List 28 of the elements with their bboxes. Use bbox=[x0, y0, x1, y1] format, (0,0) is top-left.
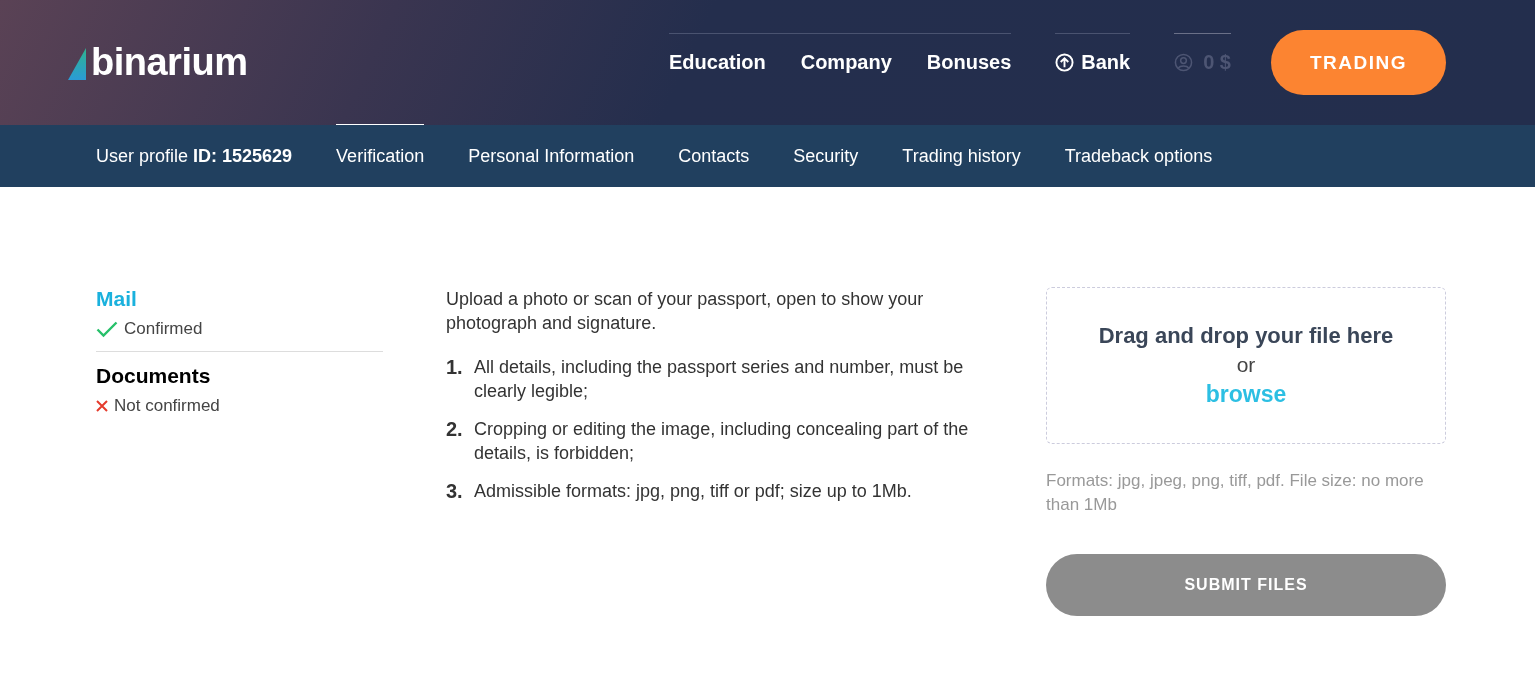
profile-tab[interactable]: Trading history bbox=[902, 124, 1021, 187]
instructions-text: Upload a photo or scan of your passport, open to show your photograph and signature. bbox=[446, 288, 925, 335]
profile-tab[interactable]: Personal Information bbox=[468, 124, 635, 187]
status-title[interactable]: Documents bbox=[96, 364, 211, 388]
formats-note: Formats: jpg, jpeg, png, tiff, pdf. File size: no more than 1Mb bbox=[1046, 470, 1425, 516]
logo-icon bbox=[68, 48, 86, 80]
item-number: 3. bbox=[446, 479, 464, 503]
status-text: Confirmed bbox=[124, 319, 203, 339]
or-text: or bbox=[1236, 353, 1256, 377]
nav-link[interactable]: Education bbox=[669, 51, 766, 74]
drop-title: Drag and drop your file here bbox=[1098, 323, 1394, 349]
requirement-text: Cropping or editing the image, including concealing part of the details, is forbidden; bbox=[474, 418, 970, 465]
requirement-text: Admissible formats: jpg, png, tiff or pdf; size up to 1Mb. bbox=[474, 480, 912, 503]
item-number: 2. bbox=[446, 417, 464, 442]
profile-tab[interactable]: Verification bbox=[336, 124, 425, 187]
nav-link[interactable]: Company bbox=[800, 51, 892, 74]
profile-tab[interactable]: Tradeback options bbox=[1064, 124, 1213, 187]
requirement-text: All details, including the passport series and number, must be clearly legible; bbox=[474, 356, 965, 403]
nav-link[interactable]: Bonuses bbox=[926, 51, 1012, 74]
user-icon bbox=[1174, 53, 1194, 72]
logo-text: binarium bbox=[91, 41, 248, 84]
status-text: Not confirmed bbox=[114, 396, 220, 416]
user-profile-id: User profile ID: 1525629 bbox=[96, 145, 293, 168]
profile-tab[interactable]: Contacts bbox=[678, 124, 750, 187]
profile-tab[interactable]: Security bbox=[793, 124, 859, 187]
drop-zone[interactable]: Drag and drop your file here or browse bbox=[1046, 287, 1446, 444]
item-number: 1. bbox=[446, 355, 464, 380]
bank-link[interactable]: Bank bbox=[1055, 33, 1131, 74]
